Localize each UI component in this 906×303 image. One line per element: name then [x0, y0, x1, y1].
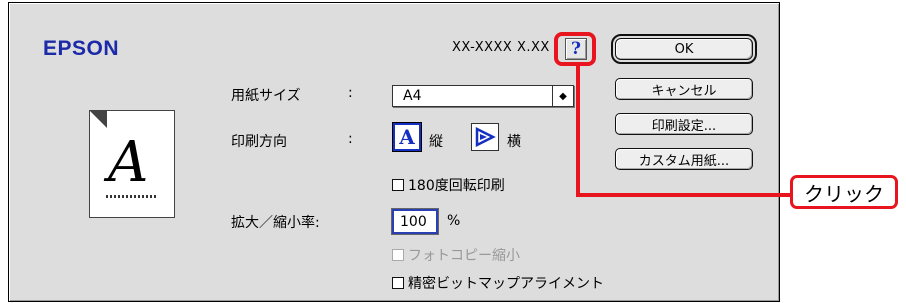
page-setup-dialog: EPSON XX-XXXX X.XX ? OK キャンセル 印刷設定... カス… [8, 2, 800, 302]
preview-glyph: A [108, 130, 149, 195]
photocopy-reduce-label: フォトコピー縮小 [408, 248, 520, 264]
cancel-button[interactable]: キャンセル [615, 78, 753, 100]
landscape-orientation-button[interactable] [471, 123, 499, 151]
portrait-orientation-button[interactable]: A [392, 122, 422, 152]
printer-model: XX-XXXX X.XX [452, 40, 550, 55]
page-preview: A [89, 110, 175, 218]
orientation-label: 印刷方向 [231, 134, 287, 150]
ok-button[interactable]: OK [611, 34, 757, 64]
paper-size-value: A4 [403, 88, 422, 104]
scale-input[interactable]: 100 [391, 208, 439, 235]
portrait-icon: A [399, 125, 415, 149]
scale-unit: % [447, 213, 461, 229]
custom-paper-button[interactable]: カスタム用紙... [615, 148, 753, 170]
photocopy-reduce-checkbox[interactable]: フォトコピー縮小 [392, 245, 520, 265]
landscape-label: 横 [507, 134, 521, 150]
rotate-180-checkbox[interactable]: 180度回転印刷 [392, 175, 505, 195]
print-settings-button[interactable]: 印刷設定... [615, 113, 753, 135]
preview-footer-dots [106, 195, 158, 198]
portrait-label: 縦 [429, 134, 443, 150]
paper-size-select[interactable]: A4 ◆ [392, 85, 574, 107]
rotate-180-label: 180度回転印刷 [408, 178, 505, 194]
help-highlight-ring [554, 32, 596, 66]
callout-line-vertical [576, 66, 580, 197]
select-arrows-icon: ◆ [552, 86, 573, 106]
orientation-colon: : [348, 131, 353, 147]
click-callout: クリック [790, 175, 898, 209]
scale-label: 拡大／縮小率: [231, 215, 320, 231]
checkbox-icon [392, 249, 404, 261]
checkbox-icon [392, 277, 404, 289]
precise-bitmap-label: 精密ビットマップアライメント [408, 276, 604, 292]
brand-logo: EPSON [43, 37, 120, 60]
checkbox-icon [392, 179, 404, 191]
paper-size-label: 用紙サイズ [231, 88, 301, 104]
callout-line-horizontal [576, 193, 800, 197]
landscape-icon [475, 127, 496, 147]
precise-bitmap-checkbox[interactable]: 精密ビットマップアライメント [392, 273, 604, 293]
page-fold-icon [89, 110, 107, 128]
paper-size-colon: : [348, 85, 353, 101]
